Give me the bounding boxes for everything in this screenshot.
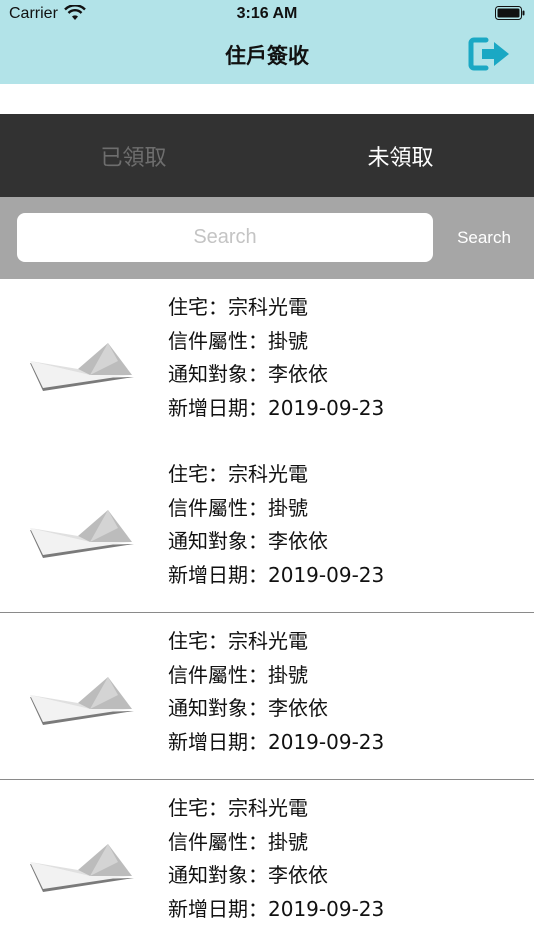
mail-envelope-icon xyxy=(30,844,134,892)
clock-label: 3:16 AM xyxy=(236,5,298,22)
tab-received[interactable]: 已領取 xyxy=(0,114,267,197)
date-text: 新增日期：2019-09-23 xyxy=(168,395,385,420)
list-item[interactable]: 住宅：宗科光電 信件屬性：掛號 通知對象：李依依 新增日期：2019-09-23 xyxy=(0,613,534,780)
list-item[interactable]: 住宅：宗科光電 信件屬性：掛號 通知對象：李依依 新增日期：2019-09-23 xyxy=(0,279,534,446)
mail-type-text: 信件屬性：掛號 xyxy=(168,495,308,520)
mail-type-text: 信件屬性：掛號 xyxy=(168,662,308,687)
nav-header: Carrier 3:16 AM 住戶簽收 xyxy=(0,0,534,84)
recipient-text: 通知對象：李依依 xyxy=(168,863,328,887)
search-button[interactable]: Search xyxy=(440,213,528,262)
mail-type-text: 信件屬性：掛號 xyxy=(168,829,308,854)
mail-envelope-icon xyxy=(30,677,134,725)
list-item[interactable]: 住宅：宗科光電 信件屬性：掛號 通知對象：李依依 新增日期：2019-09-23 xyxy=(0,780,534,947)
list-item[interactable]: 住宅：宗科光電 信件屬性：掛號 通知對象：李依依 新增日期：2019-09-23 xyxy=(0,446,534,613)
recipient-text: 通知對象：李依依 xyxy=(168,362,328,386)
tab-bar: 已領取 未領取 xyxy=(0,114,534,197)
date-text: 新增日期：2019-09-23 xyxy=(168,562,385,587)
date-text: 新增日期：2019-09-23 xyxy=(168,896,385,921)
residence-text: 住宅：宗科光電 xyxy=(168,462,308,486)
mail-type-text: 信件屬性：掛號 xyxy=(168,328,308,353)
search-input[interactable] xyxy=(17,213,433,262)
mail-envelope-icon xyxy=(30,510,134,558)
status-bar: Carrier 3:16 AM xyxy=(0,0,534,28)
page-title: 住戶簽收 xyxy=(225,44,309,68)
tab-not-received[interactable]: 未領取 xyxy=(267,114,534,197)
battery-icon xyxy=(495,6,525,20)
mail-list: 住宅：宗科光電 信件屬性：掛號 通知對象：李依依 新增日期：2019-09-23… xyxy=(0,279,534,947)
recipient-text: 通知對象：李依依 xyxy=(168,696,328,720)
mail-envelope-icon xyxy=(30,343,134,391)
search-bar: Search xyxy=(0,197,534,279)
recipient-text: 通知對象：李依依 xyxy=(168,529,328,553)
residence-text: 住宅：宗科光電 xyxy=(168,796,308,820)
residence-text: 住宅：宗科光電 xyxy=(168,629,308,653)
logout-arrow-icon[interactable] xyxy=(468,36,512,72)
residence-text: 住宅：宗科光電 xyxy=(168,295,308,319)
date-text: 新增日期：2019-09-23 xyxy=(168,729,385,754)
